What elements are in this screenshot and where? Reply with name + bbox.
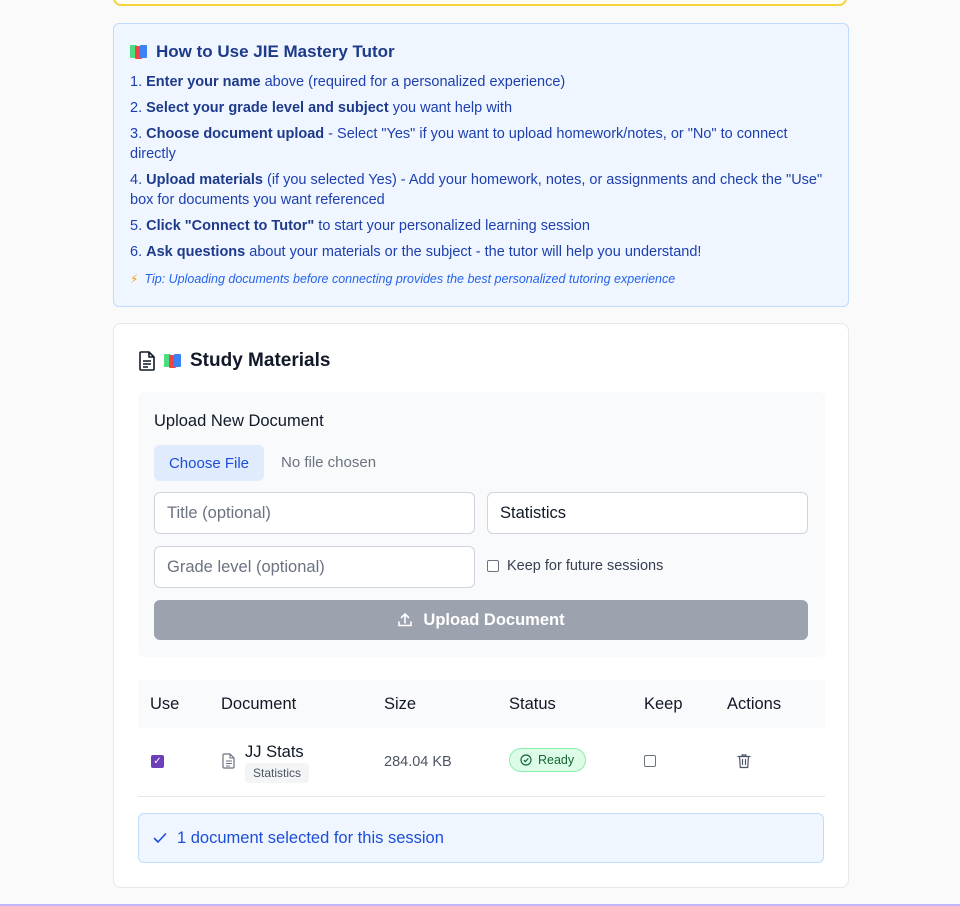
- steps-list: 1. Enter your name above (required for a…: [130, 72, 832, 262]
- trash-icon[interactable]: [737, 753, 751, 769]
- tip-text: ⚡ Tip: Uploading documents before connec…: [130, 272, 676, 286]
- header-document: Document: [221, 695, 297, 713]
- lightbulb-icon: ⚡: [130, 272, 139, 286]
- study-materials-title: Study Materials: [190, 350, 331, 371]
- grade-level-input[interactable]: [154, 546, 475, 588]
- books-icon: [164, 354, 182, 368]
- books-icon: [130, 45, 148, 59]
- step-item: 3. Choose document upload - Select "Yes"…: [130, 126, 788, 162]
- step-item: 5. Click "Connect to Tutor" to start you…: [130, 218, 590, 234]
- keep-future-option[interactable]: Keep for future sessions: [487, 558, 663, 574]
- header-actions: Actions: [727, 695, 782, 713]
- header-status: Status: [509, 695, 556, 713]
- subject-tag: Statistics: [245, 763, 310, 783]
- title-input[interactable]: [154, 492, 475, 534]
- study-materials-card: Study Materials Upload New Document Choo…: [113, 323, 849, 888]
- upload-document-button[interactable]: Upload Document: [154, 600, 808, 640]
- previous-panel-edge: [113, 0, 847, 6]
- step-item: 6. Ask questions about your materials or…: [130, 244, 702, 260]
- keep-future-checkbox[interactable]: [487, 560, 499, 572]
- step-item: 2. Select your grade level and subject y…: [130, 100, 513, 116]
- selection-summary: 1 document selected for this session: [138, 813, 824, 863]
- check-circle-icon: [520, 754, 532, 766]
- step-item: 1. Enter your name above (required for a…: [130, 74, 566, 90]
- status-badge: Ready: [509, 748, 587, 772]
- status-label: Ready: [538, 753, 575, 767]
- check-icon: [153, 833, 167, 843]
- header-use: Use: [150, 695, 180, 713]
- choose-file-button[interactable]: Choose File: [154, 445, 264, 481]
- table-row: ✓ JJ Stats Statistics 284.04 KB Ready: [138, 728, 825, 797]
- header-size: Size: [384, 695, 417, 713]
- document-icon: [139, 351, 155, 371]
- upload-heading: Upload New Document: [154, 412, 324, 430]
- keep-future-label: Keep for future sessions: [507, 558, 664, 574]
- documents-table-header: Use Document Size Status Keep Actions: [138, 680, 825, 728]
- file-status-text: No file chosen: [281, 454, 377, 471]
- keep-checkbox[interactable]: [644, 755, 656, 767]
- use-checkbox[interactable]: ✓: [151, 755, 164, 768]
- how-to-title: How to Use JIE Mastery Tutor: [156, 42, 395, 61]
- how-to-heading: How to Use JIE Mastery Tutor: [130, 42, 832, 62]
- upload-icon: [398, 613, 413, 627]
- step-item: 4. Upload materials (if you selected Yes…: [130, 172, 823, 208]
- header-keep: Keep: [644, 695, 683, 713]
- document-name: JJ Stats: [245, 743, 304, 761]
- selection-summary-text: 1 document selected for this session: [177, 828, 444, 847]
- document-size: 284.04 KB: [384, 754, 452, 770]
- file-icon: [222, 753, 235, 769]
- how-to-panel: How to Use JIE Mastery Tutor 1. Enter yo…: [113, 23, 849, 307]
- subject-input[interactable]: [487, 492, 808, 534]
- card-title: Study Materials: [138, 350, 330, 372]
- upload-button-label: Upload Document: [423, 610, 565, 629]
- upload-form: Upload New Document Choose File No file …: [138, 392, 825, 657]
